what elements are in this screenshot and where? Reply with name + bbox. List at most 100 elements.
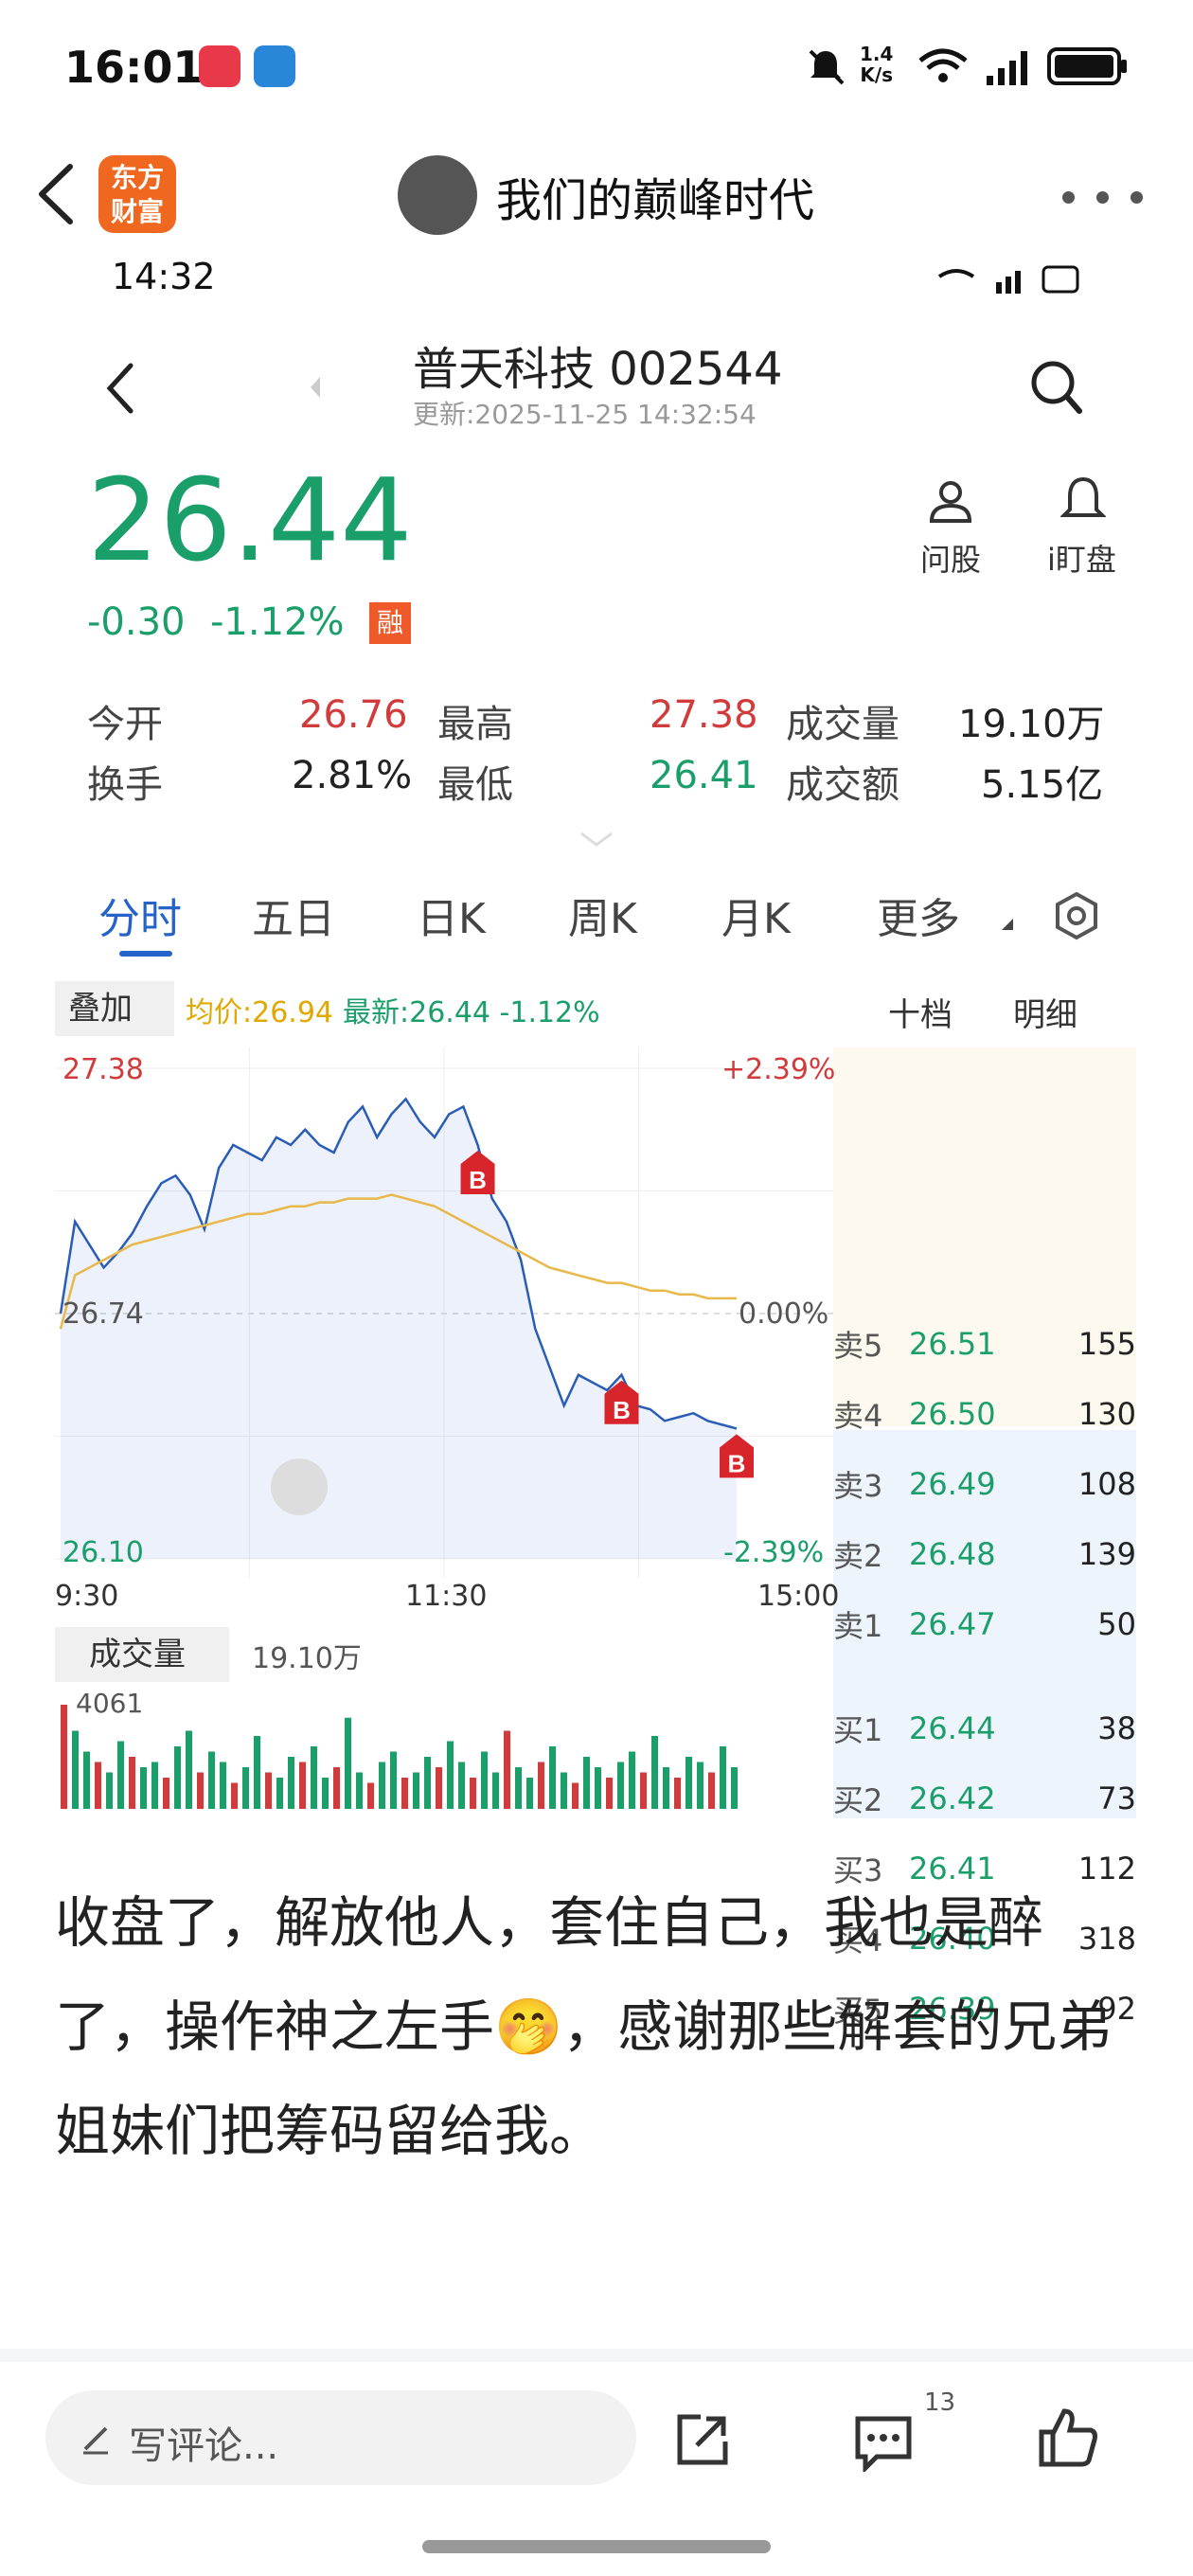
ask-stock-icon[interactable] (926, 477, 975, 525)
y-left-top: 27.38 (62, 1053, 144, 1086)
volume-bar (61, 1705, 67, 1809)
draw-tool-icon[interactable] (271, 1458, 328, 1515)
east-money-logo[interactable]: 东方 财富 (98, 155, 176, 233)
comment-count: 13 (924, 2388, 956, 2417)
volume-bar (174, 1746, 181, 1809)
y-right-top: +2.39% (721, 1053, 836, 1086)
price-change-pct: -1.12% (210, 600, 345, 644)
mute-bell-icon (809, 49, 845, 85)
shot-status-time: 14:32 (112, 256, 216, 297)
volume-bar (345, 1717, 351, 1809)
volume-bar (390, 1751, 397, 1809)
battery-icon (1047, 47, 1127, 85)
sell-level-label: 卖1 (833, 1608, 883, 1644)
x-tick-end: 15:00 (757, 1580, 840, 1613)
volume-bar (731, 1767, 738, 1809)
watch-bell-icon[interactable] (1060, 475, 1106, 525)
post-text: 收盘了，解放他人，套住自己，我也是醉了，操作神之左手🤭，感谢那些解套的兄弟姐妹们… (55, 1890, 1113, 2163)
book-tab-ten[interactable]: 十档 (888, 989, 953, 1035)
sell-level-price: 26.47 (909, 1606, 996, 1642)
comment-input[interactable]: 写评论... (45, 2390, 636, 2485)
price-change: -0.30 (87, 600, 186, 644)
volume-bar (504, 1730, 510, 1809)
like-thumb-icon[interactable] (1036, 2406, 1100, 2470)
shot-back-icon[interactable] (102, 360, 140, 417)
buy-level-price: 26.42 (909, 1780, 996, 1816)
status-bar: 16:01 1.4 K/s (0, 0, 1193, 133)
volume-label: 成交量 (786, 703, 899, 746)
volume-bar (447, 1741, 454, 1809)
sell-level-row: 卖2 26.48 139 (833, 1519, 1136, 1589)
low-label: 最低 (437, 763, 513, 807)
volume-bar (276, 1778, 283, 1809)
status-time: 16:01 (64, 42, 204, 93)
prev-stock-icon[interactable] (309, 373, 322, 402)
volume-bar (583, 1757, 590, 1809)
app-gallery-icon (199, 45, 240, 87)
volume-bar (356, 1772, 363, 1809)
volume-bar (208, 1751, 215, 1809)
volume-chart[interactable] (55, 1686, 833, 1809)
current-price: 26.44 (87, 456, 413, 587)
tab-intraday[interactable]: 分时 (98, 885, 182, 945)
update-time: 更新:2025-11-25 14:32:54 (413, 399, 757, 430)
sell-level-vol: 108 (1077, 1466, 1136, 1502)
volume-bar (538, 1762, 544, 1809)
tab-daily-k[interactable]: 日K (417, 885, 486, 945)
tab-weekly-k[interactable]: 周K (568, 885, 637, 945)
turnover-label: 换手 (87, 763, 163, 807)
volume-bar (708, 1772, 715, 1809)
buy-level-vol: 73 (1097, 1780, 1136, 1816)
tab-monthly-k[interactable]: 月K (721, 885, 791, 945)
intraday-price-chart[interactable]: B B B (55, 1047, 833, 1578)
high-value: 27.38 (650, 693, 758, 737)
volume-value: 19.10万 (958, 703, 1105, 746)
comment-icon[interactable] (852, 2413, 915, 2472)
expand-chevron-icon[interactable] (578, 830, 615, 849)
sell-level-label: 卖3 (833, 1468, 883, 1504)
ask-stock-label[interactable]: 问股 (920, 536, 981, 580)
top-navigation: 东方 财富 我们的巅峰时代 (0, 133, 1193, 256)
wifi-icon (918, 48, 968, 82)
svg-text:B: B (613, 1396, 631, 1424)
amount-label: 成交额 (786, 763, 899, 807)
home-indicator[interactable] (422, 2540, 771, 2553)
y-right-mid: 0.00% (739, 1297, 829, 1331)
volume-bar (151, 1762, 158, 1809)
svg-text:B: B (469, 1166, 487, 1194)
tab-more[interactable]: 更多 (877, 885, 960, 945)
volume-bar (515, 1767, 522, 1809)
volume-bar (163, 1778, 169, 1809)
sell-level-row: 卖1 26.47 50 (833, 1589, 1136, 1659)
margin-badge: 融 (369, 602, 411, 644)
shot-status-icons (937, 265, 1079, 294)
settings-hex-icon[interactable] (1051, 890, 1102, 941)
search-icon[interactable] (1028, 356, 1085, 417)
stock-screenshot: 14:32 普天科技 002544 更新:2025-11-25 14:32:54… (0, 256, 1193, 2029)
tab-five-day[interactable]: 五日 (252, 885, 335, 945)
volume-bar (265, 1772, 272, 1809)
volume-bar (401, 1778, 408, 1809)
volume-bar (413, 1772, 419, 1809)
back-arrow-icon[interactable] (32, 161, 80, 227)
volume-bar (333, 1767, 340, 1809)
volume-bar (117, 1741, 124, 1809)
more-triangle-icon (1002, 919, 1013, 930)
volume-bar (674, 1778, 681, 1809)
volume-bar (651, 1736, 658, 1809)
volume-bar (640, 1772, 647, 1809)
volume-bar (83, 1751, 90, 1809)
watch-label[interactable]: i盯盘 (1047, 536, 1116, 580)
buy-level-row: 买1 26.44 38 (833, 1693, 1136, 1763)
book-tab-detail[interactable]: 明细 (1013, 989, 1077, 1035)
more-menu-icon[interactable] (1062, 191, 1157, 205)
avatar[interactable] (398, 155, 477, 235)
volume-bar (492, 1772, 499, 1809)
overlay-dropdown[interactable]: 叠加 (55, 981, 174, 1036)
volume-bar (129, 1757, 135, 1809)
share-icon[interactable] (672, 2409, 733, 2470)
active-tab-indicator (119, 951, 172, 957)
volume-bar (617, 1762, 624, 1809)
volume-dropdown[interactable]: 成交量 (55, 1627, 229, 1682)
open-label: 今开 (87, 703, 163, 746)
